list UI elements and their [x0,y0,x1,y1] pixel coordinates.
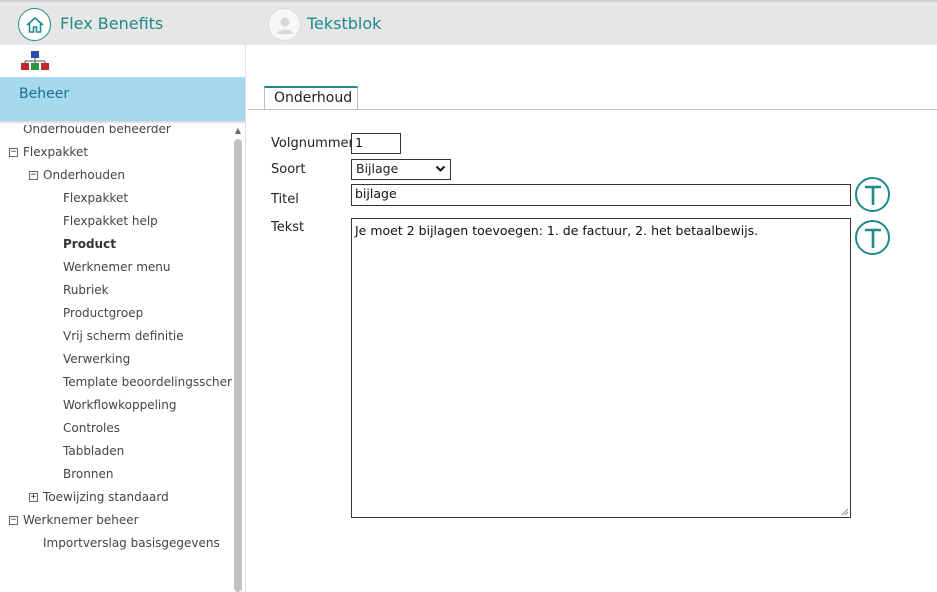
tree-item[interactable]: Bronnen [63,466,113,482]
section-divider [0,121,245,124]
tekst-value: Je moet 2 bijlagen toevoegen: 1. de fact… [355,223,759,238]
resize-handle-icon[interactable] [840,507,849,516]
tree-item[interactable]: Template beoordelingsschema [63,374,232,390]
volgnummer-label: Volgnummer [271,136,354,151]
tree-item[interactable]: Flexpakket help [63,213,158,229]
translate-icon [864,228,881,248]
tekst-label: Tekst [271,220,305,235]
chevron-down-icon [435,165,446,172]
titel-label: Titel [271,192,299,207]
user-avatar-icon [276,17,293,34]
volgnummer-input[interactable]: 1 [351,133,401,154]
translate-icon [864,185,881,205]
tab-divider [248,109,937,110]
soort-select[interactable]: Bijlage [351,159,451,180]
tree-item[interactable]: Product [63,236,116,252]
tekst-textarea[interactable]: Je moet 2 bijlagen toevoegen: 1. de fact… [351,218,851,518]
tree-item[interactable]: Onderhouden beheerder [23,125,171,137]
hierarchy-icon [21,51,49,70]
page-title: Tekstblok [307,14,382,33]
tree-item[interactable]: Werknemer menu [63,259,171,275]
tree-item[interactable]: Tabbladen [63,443,124,459]
tree-item[interactable]: Productgroep [63,305,143,321]
tree-item[interactable]: Werknemer beheer [23,512,139,528]
tree-item[interactable]: Flexpakket [23,144,88,160]
scroll-up-icon[interactable]: ▲ [233,125,243,135]
tree-toggle-icon[interactable]: + [29,493,38,502]
top-bar: Flex Benefits Tekstblok [0,0,937,45]
translate-tekst-button[interactable] [855,220,890,255]
home-icon [25,16,44,33]
tree-toggle-icon[interactable]: − [29,171,38,180]
beheer-label: Beheer [19,86,70,102]
tree-item[interactable]: Rubriek [63,282,109,298]
tab-onderhoud[interactable]: Onderhoud [264,86,358,110]
user-avatar[interactable] [268,8,301,41]
tree-item[interactable]: Verwerking [63,351,130,367]
tree-item[interactable]: Workflowkoppeling [63,397,176,413]
app-brand[interactable]: Flex Benefits [60,14,163,33]
hierarchy-button[interactable] [21,50,49,76]
tree-item[interactable]: Controles [63,420,120,436]
titel-input[interactable]: bijlage [351,184,851,206]
soort-label: Soort [271,162,306,177]
tree-toggle-icon[interactable]: − [9,516,18,525]
translate-titel-button[interactable] [855,177,890,212]
sidebar: Beheer Onderhouden WerkgeverOnderhouden … [0,45,246,592]
beheer-section[interactable]: Beheer [0,77,245,121]
navigation-tree: Onderhouden WerkgeverOnderhouden beheerd… [0,125,232,592]
soort-selected-value: Bijlage [356,161,399,176]
tree-item[interactable]: Importverslag basisgegevens [43,535,220,551]
sidebar-scrollbar[interactable]: ▲ [232,125,244,592]
home-button[interactable] [18,8,51,41]
tree-item[interactable]: Flexpakket [63,190,128,206]
tree-toggle-icon[interactable]: − [9,148,18,157]
tree-item[interactable]: Onderhouden [43,167,125,183]
scroll-thumb[interactable] [234,139,242,592]
tree-item[interactable]: Vrij scherm definitie [63,328,184,344]
tree-item[interactable]: Toewijzing standaard [43,489,169,505]
